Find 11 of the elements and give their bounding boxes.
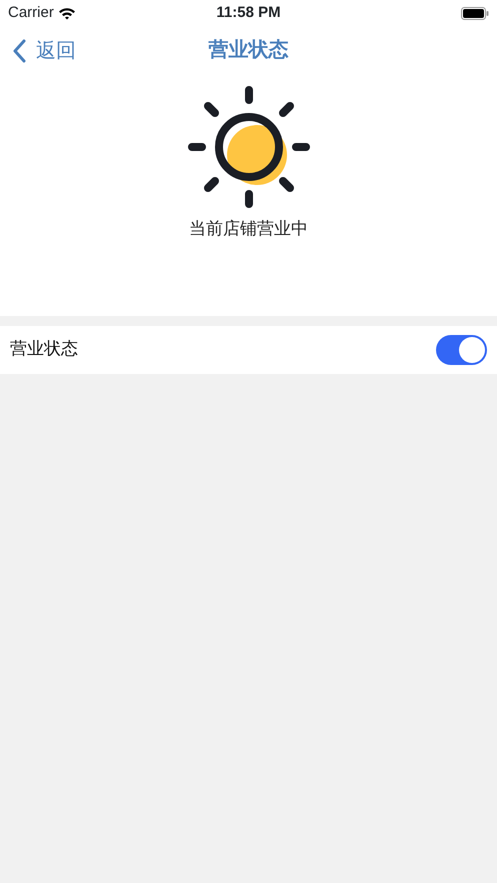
- back-button[interactable]: 返回: [0, 26, 76, 76]
- battery-icon: [461, 6, 489, 20]
- carrier-label: Carrier: [8, 2, 54, 23]
- status-caption: 当前店铺营业中: [189, 218, 308, 240]
- chevron-left-icon: [12, 39, 26, 63]
- wifi-icon: [58, 6, 76, 20]
- toggle-switch[interactable]: [436, 335, 487, 365]
- setting-label: 营业状态: [10, 338, 78, 360]
- sun-icon: [188, 86, 310, 208]
- page-title: 营业状态: [208, 38, 288, 62]
- clock-time: 11:58 PM: [216, 2, 281, 23]
